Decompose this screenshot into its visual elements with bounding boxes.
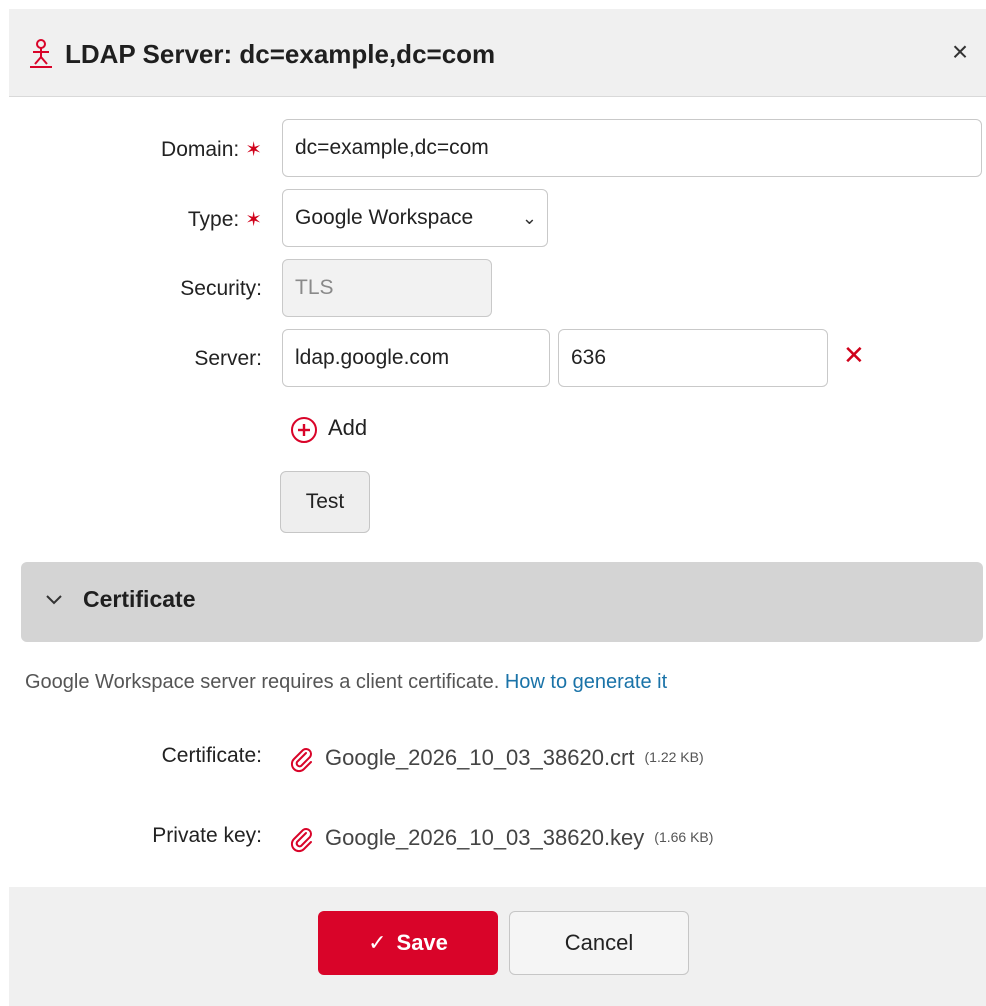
type-select-value: Google Workspace [295, 206, 474, 229]
certificate-label: Certificate: [161, 744, 262, 767]
paperclip-icon [290, 828, 312, 853]
private-key-label: Private key: [152, 824, 262, 847]
certificate-info-text: Google Workspace server requires a clien… [25, 671, 500, 693]
private-key-file-size: (1.66 KB) [654, 829, 714, 845]
add-label: Add [328, 415, 368, 440]
chevron-down-icon [46, 595, 62, 605]
how-to-generate-link[interactable]: How to generate it [505, 671, 667, 693]
paperclip-icon [290, 748, 312, 773]
private-key-file-name: Google_2026_10_03_38620.key [325, 825, 645, 850]
server-host-input[interactable]: ldap.google.com [282, 329, 550, 387]
domain-label: Domain: ✶ [161, 137, 262, 162]
remove-server-icon[interactable]: ✕ [843, 340, 865, 370]
save-button[interactable]: ✓ Save [318, 911, 498, 975]
plus-circle-icon [291, 417, 317, 443]
dialog-footer: ✓ Save Cancel [9, 887, 986, 1006]
type-label: Type: ✶ [188, 207, 262, 232]
server-label: Server: [194, 347, 262, 370]
chevron-down-icon: ⌄ [521, 208, 537, 228]
cancel-button[interactable]: Cancel [509, 911, 689, 975]
server-port-input[interactable]: 636 [558, 329, 828, 387]
type-select[interactable]: Google Workspace ⌄ [282, 189, 548, 247]
check-icon: ✓ [368, 930, 387, 955]
ldap-server-dialog: LDAP Server: dc=example,dc=com × Domain:… [9, 9, 986, 1006]
certificate-section-header[interactable]: Certificate [21, 562, 983, 642]
test-button[interactable]: Test [280, 471, 370, 533]
ldap-user-icon [30, 39, 52, 68]
required-mark: ✶ [245, 139, 262, 161]
certificate-section-title: Certificate [83, 586, 196, 612]
private-key-file-link[interactable]: Google_2026_10_03_38620.key (1.66 KB) [325, 825, 713, 851]
security-field: TLS [282, 259, 492, 317]
certificate-file-link[interactable]: Google_2026_10_03_38620.crt (1.22 KB) [325, 745, 704, 771]
certificate-info: Google Workspace server requires a clien… [25, 671, 667, 694]
required-mark: ✶ [245, 209, 262, 231]
domain-label-text: Domain: [161, 138, 240, 161]
certificate-file-size: (1.22 KB) [644, 749, 704, 765]
dialog-header: LDAP Server: dc=example,dc=com × [9, 9, 986, 97]
dialog-title: LDAP Server: dc=example,dc=com [65, 39, 496, 69]
close-icon[interactable]: × [945, 37, 975, 67]
domain-input[interactable]: dc=example,dc=com [282, 119, 982, 177]
save-label: Save [396, 930, 448, 955]
certificate-file-name: Google_2026_10_03_38620.crt [325, 745, 635, 770]
security-label: Security: [180, 277, 262, 300]
type-label-text: Type: [187, 208, 240, 231]
